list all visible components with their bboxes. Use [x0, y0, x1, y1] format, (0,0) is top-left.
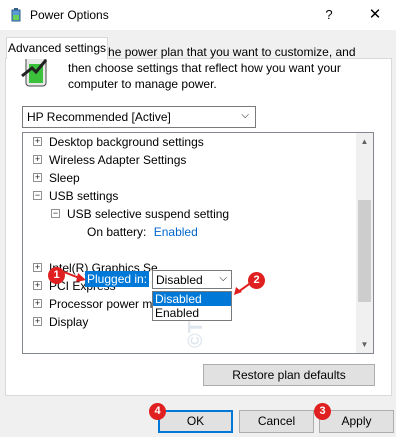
- dropdown-option-enabled[interactable]: Enabled: [153, 306, 231, 320]
- expand-icon[interactable]: +: [33, 173, 42, 182]
- expand-icon[interactable]: +: [33, 263, 42, 272]
- annotation-badge-4: 4: [149, 403, 166, 420]
- plugged-in-value: Disabled: [156, 273, 203, 287]
- dropdown-option-disabled[interactable]: Disabled: [153, 292, 231, 306]
- power-plan-value: HP Recommended [Active]: [27, 110, 171, 124]
- chevron-down-icon: ⌵: [241, 110, 249, 121]
- annotation-arrow-1: [64, 271, 86, 282]
- plugged-in-label: Plugged in:: [85, 271, 150, 287]
- power-plan-select[interactable]: HP Recommended [Active] ⌵: [22, 106, 256, 128]
- power-options-icon: [11, 8, 21, 22]
- scrollbar-thumb[interactable]: [358, 200, 371, 302]
- title-bar: Power Options ? ✕: [0, 0, 396, 30]
- tree-item-label: Sleep: [49, 171, 80, 185]
- tree-item-label: USB selective suspend setting: [67, 207, 230, 221]
- annotation-arrow-2: [234, 282, 252, 295]
- restore-plan-defaults-button[interactable]: Restore plan defaults: [203, 364, 375, 386]
- expand-icon[interactable]: +: [33, 155, 42, 164]
- expand-icon[interactable]: +: [33, 137, 42, 146]
- tree-scrollbar[interactable]: ▲ ▼: [356, 133, 373, 353]
- ok-button[interactable]: OK: [158, 410, 233, 433]
- collapse-icon[interactable]: −: [33, 191, 42, 200]
- annotation-badge-1: 1: [48, 267, 65, 284]
- tree-item-label: Desktop background settings: [49, 135, 204, 149]
- chevron-down-icon: ⌵: [219, 273, 227, 284]
- expand-icon[interactable]: +: [33, 317, 42, 326]
- tree-item-label: Wireless Adapter Settings: [49, 153, 187, 167]
- annotation-badge-3: 3: [314, 403, 331, 420]
- collapse-icon[interactable]: −: [51, 209, 60, 218]
- tab-advanced-settings[interactable]: Advanced settings: [6, 37, 108, 59]
- cancel-button[interactable]: Cancel: [239, 410, 314, 433]
- help-button[interactable]: ?: [314, 4, 344, 26]
- tree-item-on-battery[interactable]: On battery: Enabled: [87, 223, 247, 241]
- close-button[interactable]: ✕: [360, 4, 390, 26]
- on-battery-label: On battery:: [87, 225, 147, 239]
- plugged-in-dropdown-list[interactable]: Disabled Enabled: [152, 291, 232, 321]
- expand-icon[interactable]: +: [33, 299, 42, 308]
- description-text: Select the power plan that you want to c…: [68, 45, 356, 91]
- plugged-in-select[interactable]: Disabled ⌵: [152, 270, 232, 289]
- tree-item-label: Display: [49, 315, 89, 329]
- expand-icon[interactable]: +: [33, 281, 42, 290]
- on-battery-value-link[interactable]: Enabled: [154, 225, 198, 239]
- tree-item-label: USB settings: [49, 189, 119, 203]
- scroll-down-icon[interactable]: ▼: [356, 336, 373, 353]
- window-title: Power Options: [30, 8, 109, 22]
- scroll-up-icon[interactable]: ▲: [356, 133, 373, 150]
